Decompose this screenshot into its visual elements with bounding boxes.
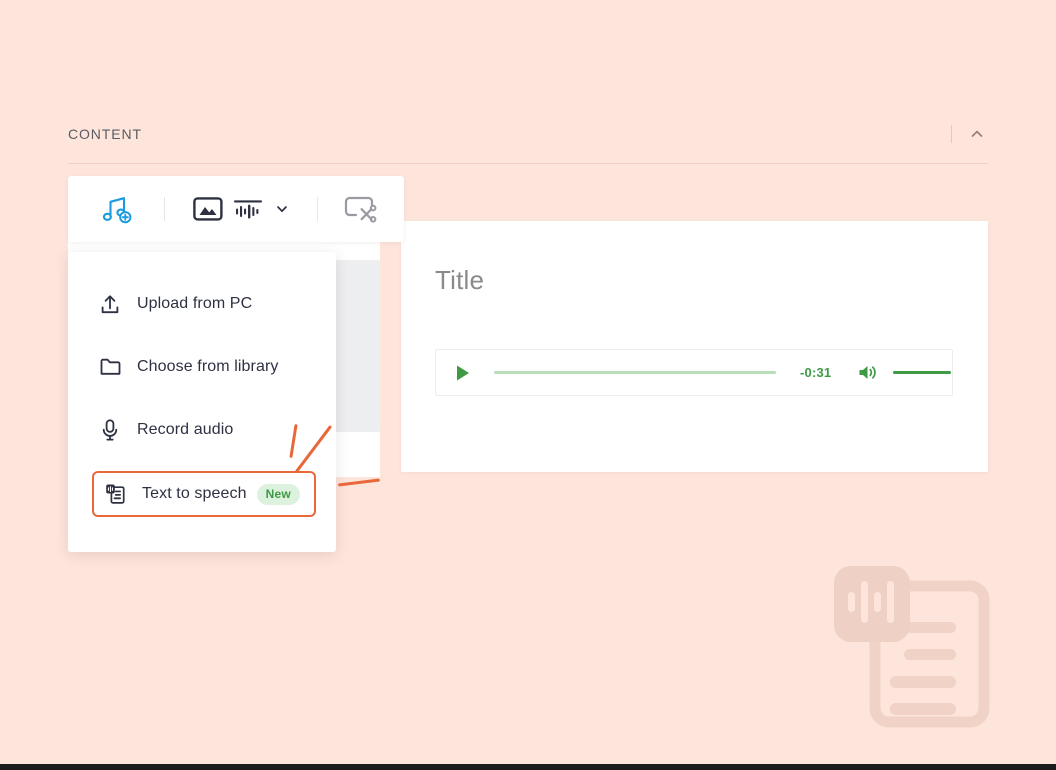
media-toolbar	[68, 176, 404, 242]
window-bottom-strip	[0, 764, 1056, 770]
text-to-speech-icon	[104, 483, 126, 505]
audio-player: -0:31	[435, 349, 953, 396]
section-header: CONTENT	[68, 122, 988, 146]
toolbar-group-add	[100, 194, 134, 224]
time-remaining: -0:31	[800, 365, 832, 380]
toolbar-separator-1	[164, 197, 165, 221]
menu-item-label: Upload from PC	[137, 295, 253, 312]
chevron-up-icon[interactable]	[966, 123, 988, 145]
add-music-icon[interactable]	[100, 194, 134, 224]
play-icon[interactable]	[454, 363, 472, 383]
header-divider-line	[68, 163, 988, 164]
folder-icon	[99, 358, 121, 376]
volume-icon[interactable]	[857, 363, 877, 383]
status-badge: New	[256, 483, 300, 505]
playback-progress-slider[interactable]	[494, 371, 776, 374]
header-divider	[951, 125, 952, 143]
toolbar-separator-2	[317, 197, 318, 221]
menu-item-choose-from-library[interactable]: Choose from library	[68, 341, 336, 393]
toolbar-group-media	[193, 196, 289, 222]
menu-item-label: Record audio	[137, 421, 234, 438]
audio-source-menu: Upload from PC Choose from library Recor…	[68, 252, 336, 552]
menu-item-text-to-speech[interactable]: Text to speech New	[92, 471, 316, 517]
microphone-icon	[99, 419, 121, 441]
waveform-icon[interactable]	[233, 196, 263, 222]
trim-icon[interactable]	[344, 195, 378, 223]
upload-icon	[99, 294, 121, 315]
chevron-down-icon[interactable]	[275, 202, 289, 216]
section-header-actions	[951, 123, 988, 145]
menu-item-upload-from-pc[interactable]: Upload from PC	[68, 278, 336, 330]
content-card: Title -0:31	[401, 221, 988, 472]
page-title: CONTENT	[68, 126, 142, 142]
toolbar-group-trim	[344, 195, 378, 223]
menu-item-label: Text to speech	[142, 485, 247, 502]
volume-slider[interactable]	[893, 371, 952, 374]
text-to-speech-watermark-icon	[828, 558, 1000, 736]
menu-item-label: Choose from library	[137, 358, 279, 375]
title-placeholder[interactable]: Title	[435, 265, 484, 296]
image-icon[interactable]	[193, 196, 223, 222]
